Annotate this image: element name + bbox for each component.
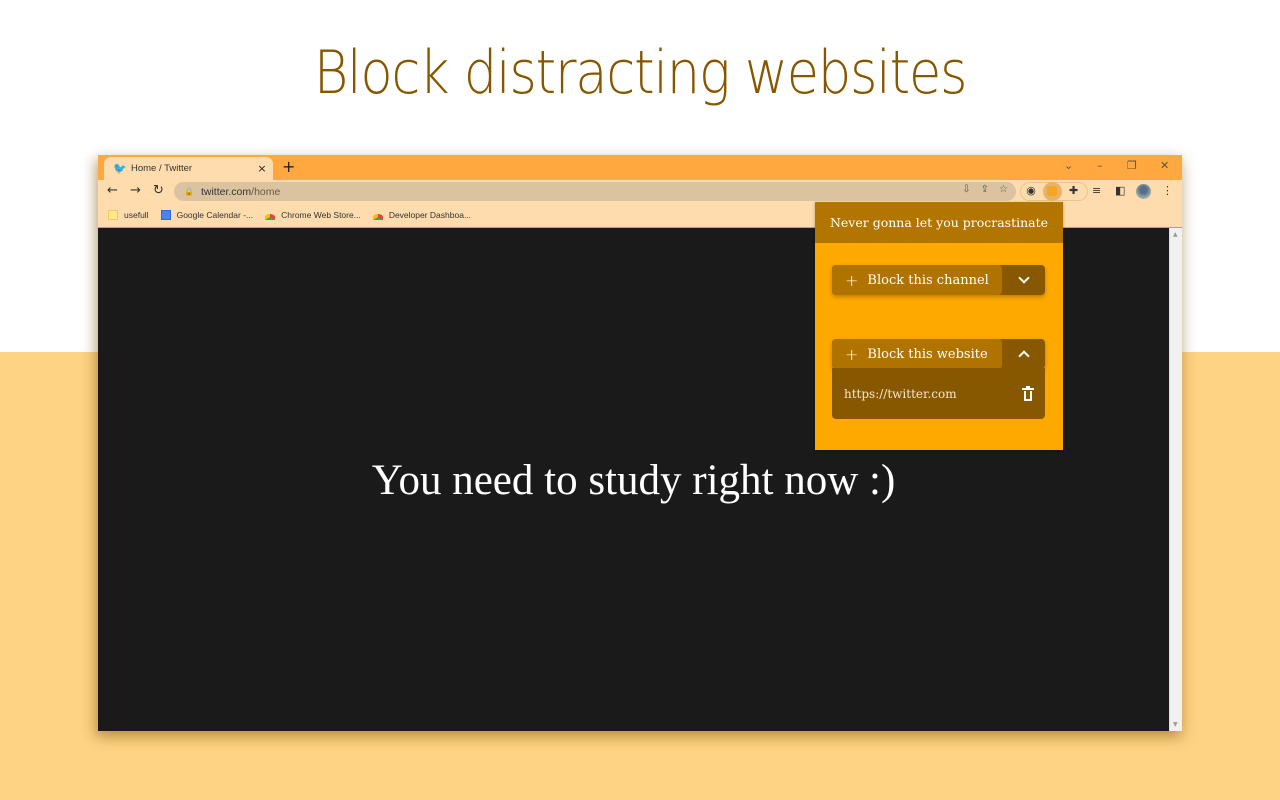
bookmark-label: Google Calendar -... [176,210,254,220]
popup-title: Never gonna let you procrastinate [815,202,1063,243]
block-channel-label: Block this channel [867,272,989,288]
page-headline: Block distracting websites [313,38,968,108]
bookmark-label: Chrome Web Store... [281,210,361,220]
folder-icon [108,210,118,220]
chrome-web-store-icon [372,214,383,220]
scroll-up-icon[interactable]: ▲ [1173,231,1178,238]
share-icon[interactable]: ⇪ [981,184,989,195]
lock-icon: 🔒 [184,187,194,196]
bookmark-google-calendar[interactable]: Google Calendar -... [160,210,254,220]
browser-toolbar: ← → ↻ 🔒 twitter.com /home ⇩ ⇪ ☆ ◉ ✚ ≡ ◧ … [98,180,1182,203]
forward-button[interactable]: → [130,183,141,199]
blocked-site-item: https://twitter.com [832,368,1045,419]
blocked-site-url: https://twitter.com [844,386,957,401]
extension-popup: Never gonna let you procrastinate + Bloc… [815,202,1063,450]
install-icon[interactable]: ⇩ [962,184,970,195]
url-host: twitter.com [200,185,252,198]
plus-icon: + [845,270,859,290]
new-tab-button[interactable]: + [282,158,295,176]
tab-twitter[interactable]: 🐦 Home / Twitter × [104,157,273,180]
chevron-down-icon [1017,272,1030,284]
google-calendar-icon [160,210,171,220]
blocker-extension-icon [1047,186,1057,196]
block-channel-button[interactable]: + Block this channel [832,265,1002,295]
address-bar[interactable]: 🔒 twitter.com /home ⇩ ⇪ ☆ [174,182,1016,201]
chrome-web-store-icon [265,214,276,220]
minimize-button[interactable]: – [1097,158,1103,174]
trash-icon[interactable] [1022,385,1034,401]
block-channel-split-button: + Block this channel [832,265,1045,295]
extension-icon-1[interactable]: ◉ [1026,183,1036,199]
plus-icon: + [845,344,859,364]
bookmark-label: Developer Dashboa... [388,210,472,220]
menu-icon[interactable]: ⋮ [1162,183,1173,199]
website-collapse-toggle[interactable] [1002,339,1045,369]
back-button[interactable]: ← [107,183,118,199]
side-panel-icon[interactable]: ◧ [1115,183,1125,199]
reading-list-icon[interactable]: ≡ [1092,183,1101,199]
bookmark-label: usefull [124,210,149,220]
block-website-split-button: + Block this website [832,339,1045,369]
chevron-up-icon [1017,350,1030,362]
reload-button[interactable]: ↻ [153,183,164,199]
avatar[interactable] [1136,184,1151,199]
vertical-scrollbar[interactable]: ▲ ▼ [1169,228,1182,731]
tab-search-button[interactable]: ⌄ [1064,158,1073,174]
twitter-bird-icon: 🐦 [113,161,127,175]
close-window-button[interactable]: ✕ [1160,158,1169,174]
tab-title: Home / Twitter [131,163,193,174]
bookmark-developer-dashboard[interactable]: Developer Dashboa... [372,210,472,220]
url-path: /home [251,185,281,198]
tab-strip: 🐦 Home / Twitter × + ⌄ – ❐ ✕ [98,155,1182,180]
blocked-page-message: You need to study right now :) [371,457,896,504]
scroll-down-icon[interactable]: ▼ [1173,721,1178,728]
puzzle-icon[interactable]: ✚ [1069,183,1078,199]
channel-expand-toggle[interactable] [1002,265,1045,295]
bookmark-chrome-web-store[interactable]: Chrome Web Store... [265,210,361,220]
block-website-label: Block this website [867,346,988,362]
restore-button[interactable]: ❐ [1127,158,1137,174]
bookmark-usefull[interactable]: usefull [108,210,149,220]
block-website-button[interactable]: + Block this website [832,339,1002,369]
tab-close-button[interactable]: × [255,162,269,175]
star-icon[interactable]: ☆ [999,184,1008,195]
